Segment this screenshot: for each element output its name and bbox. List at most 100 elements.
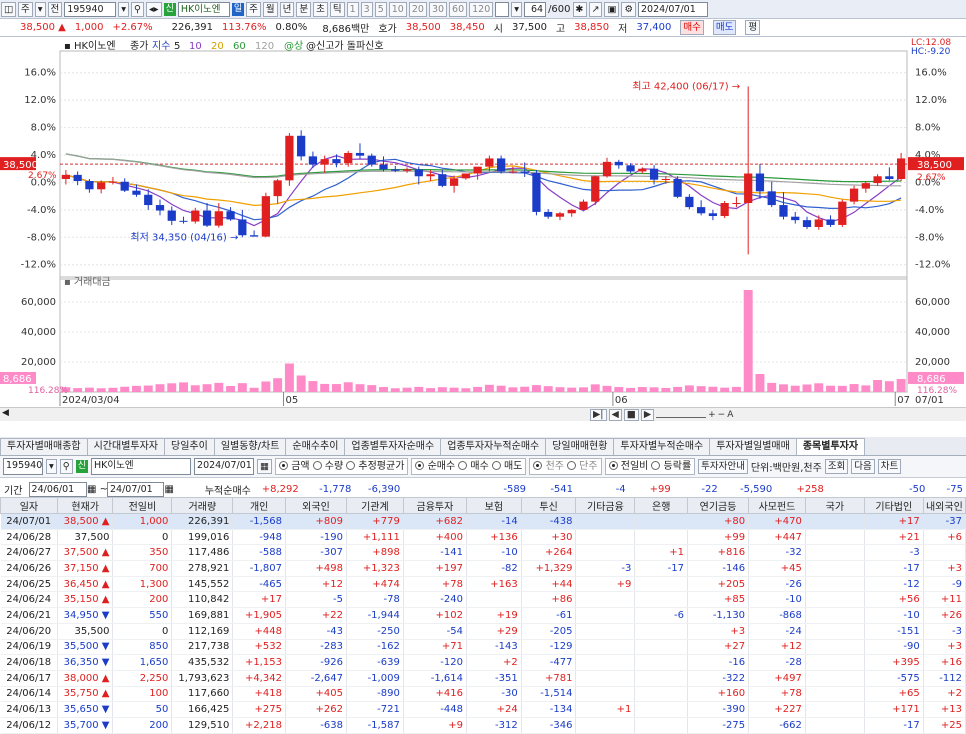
table-row[interactable]: 24/06/24 35,150 ▲ 200 110,842 +17 -5 -78 -240 +8…: [0, 591, 966, 609]
unit-week-button[interactable]: 주: [246, 1, 261, 17]
tab-8[interactable]: 투자자별누적순매수: [613, 438, 711, 455]
tab-5[interactable]: 업종별투자자순매수: [344, 438, 442, 455]
column-header[interactable]: 기관계: [346, 497, 404, 514]
column-header[interactable]: 기타금융: [575, 497, 636, 514]
zoom-out-icon[interactable]: −: [718, 410, 726, 420]
tab-10[interactable]: 종목별투자자: [795, 438, 866, 455]
column-header[interactable]: 전일비: [112, 497, 173, 514]
interval-custom-input[interactable]: [495, 1, 510, 17]
radio-qty[interactable]: 수량: [312, 459, 343, 474]
code-input[interactable]: 195940: [64, 1, 117, 17]
period-to-input[interactable]: 24/07/01: [107, 481, 164, 497]
table-row[interactable]: 24/06/19 35,500 ▼ 850 217,738 +532 -283 -162 +7…: [0, 639, 966, 656]
radio-net[interactable]: 순매수: [415, 459, 455, 474]
radio-avg[interactable]: 추정평균가: [346, 459, 404, 474]
column-header[interactable]: 투신: [520, 497, 577, 514]
next-button[interactable]: 다음: [851, 459, 875, 474]
tab-4[interactable]: 순매수추이: [285, 438, 346, 455]
tab-0[interactable]: 투자자별매매종합: [0, 438, 88, 455]
dropdown-icon[interactable]: ▾: [118, 1, 130, 17]
unit-second-button[interactable]: 초: [313, 1, 328, 17]
date-input[interactable]: 2024/07/01: [637, 1, 708, 17]
calendar-icon[interactable]: ▦: [257, 459, 273, 474]
price-chart[interactable]: 16.0% 16.0%12.0% 12.0%8.0% 8.0%4.0% 4.0%0.0%…: [0, 37, 966, 407]
table-row[interactable]: 24/06/25 36,450 ▲ 1,300 145,552 -465 +12 +474 +…: [0, 576, 966, 593]
interval-60-button[interactable]: 60: [449, 1, 468, 17]
tab-9[interactable]: 투자자별일별매매: [709, 438, 797, 455]
radio-amount[interactable]: 금액: [279, 459, 310, 474]
unit-year-button[interactable]: 년: [279, 1, 295, 17]
nav-prev-icon[interactable]: ◀: [608, 409, 622, 421]
column-header[interactable]: 일자: [0, 497, 58, 514]
calendar-icon[interactable]: ▦ ~: [87, 484, 108, 495]
interval-1-button[interactable]: 1: [346, 1, 359, 17]
column-header[interactable]: 국가: [804, 497, 865, 514]
save-icon[interactable]: ▣: [604, 1, 620, 17]
column-header[interactable]: 연기금등: [687, 497, 750, 514]
unit-day-button[interactable]: 일: [231, 2, 245, 16]
table-row[interactable]: 24/06/17 38,000 ▲ 2,250 1,793,623 +4,342 -2,6…: [0, 670, 966, 687]
nav-next-icon[interactable]: ▶: [640, 409, 655, 421]
table-row[interactable]: 24/06/18 36,350 ▼ 1,650 435,532 +1,153 -926 -6…: [0, 654, 966, 671]
radio-buy[interactable]: 매수: [458, 459, 489, 474]
table-row[interactable]: 24/07/01 38,500 ▲ 1,000 226,391 -1,568 +809 +7…: [0, 513, 966, 530]
dropdown-icon[interactable]: ▾: [34, 1, 46, 17]
speaker-icon[interactable]: ◂▸: [146, 1, 162, 17]
tab-3[interactable]: 일별동향/차트: [213, 438, 287, 455]
interval-10-button[interactable]: 10: [388, 1, 407, 17]
investor-guide-button[interactable]: 투자자안내: [698, 459, 748, 474]
gear-icon[interactable]: ⚙: [621, 1, 636, 17]
dropdown-icon[interactable]: ▾: [46, 459, 57, 474]
avg-button[interactable]: 평: [745, 20, 761, 35]
column-header[interactable]: 거래량: [171, 497, 234, 514]
zoom-slider[interactable]: [656, 412, 707, 418]
tab-6[interactable]: 업종투자자누적순매수: [440, 438, 547, 455]
table-row[interactable]: 24/06/12 35,700 ▼ 200 129,510 +2,218 -638 -1,5…: [0, 717, 966, 734]
chart-type-icon[interactable]: ↗: [588, 1, 603, 17]
code-input[interactable]: 195940: [3, 458, 43, 475]
tab-1[interactable]: 시간대별투자자: [86, 438, 166, 455]
count-input[interactable]: 64: [524, 1, 547, 17]
interval-120-button[interactable]: 120: [469, 1, 494, 17]
market-all-button[interactable]: 전: [47, 1, 63, 17]
calendar-icon[interactable]: ▦: [164, 484, 177, 495]
text-tool-icon[interactable]: A: [727, 410, 733, 420]
column-header[interactable]: 사모펀드: [748, 497, 806, 514]
grid-icon[interactable]: ◫: [1, 1, 16, 17]
radio-single[interactable]: 단주: [566, 459, 598, 474]
sell-button[interactable]: 매도: [712, 20, 737, 35]
unit-month-button[interactable]: 월: [262, 1, 278, 17]
column-header[interactable]: 보험: [465, 497, 522, 514]
zoom-in-icon[interactable]: +: [708, 410, 716, 420]
table-row[interactable]: 24/06/20 35,500 0 112,169 +448 -43 -250 -54 +29-…: [0, 623, 966, 640]
column-header[interactable]: 외국인: [284, 497, 348, 514]
table-row[interactable]: 24/06/26 37,150 ▲ 700 278,921 -1,807 +498 +1,3…: [0, 560, 966, 577]
unit-minute-button[interactable]: 분: [296, 1, 312, 17]
interval-3-button[interactable]: 3: [360, 1, 373, 17]
column-header[interactable]: 기타법인: [863, 497, 924, 514]
query-button[interactable]: 조회: [824, 459, 849, 474]
column-header[interactable]: 금융투자: [402, 497, 467, 514]
search-icon[interactable]: ⚲: [59, 459, 73, 474]
tab-2[interactable]: 당일추이: [164, 438, 215, 455]
table-row[interactable]: 24/06/13 35,650 ▼ 50 166,425 +275 +262 -721 -44…: [0, 701, 966, 718]
nav-stop-icon[interactable]: ■: [623, 409, 639, 421]
period-from-input[interactable]: 24/06/01: [28, 481, 88, 497]
column-header[interactable]: 은행: [634, 497, 689, 514]
scroll-left-icon[interactable]: ◀: [2, 408, 9, 418]
interval-20-button[interactable]: 20: [408, 1, 427, 17]
table-row[interactable]: 24/06/27 37,500 ▲ 350 117,486 -588 -307 +898 -1…: [0, 544, 966, 562]
date-input[interactable]: 2024/07/01: [194, 458, 255, 475]
interval-30-button[interactable]: 30: [428, 1, 448, 17]
dropdown-icon[interactable]: ▾: [511, 1, 523, 17]
nav-first-icon[interactable]: ▶|: [590, 409, 607, 421]
column-header[interactable]: 내외국인: [922, 497, 966, 514]
tab-7[interactable]: 당일매매현황: [545, 438, 615, 455]
radio-prev[interactable]: 전일비: [608, 459, 648, 474]
column-header[interactable]: 개인: [232, 497, 286, 514]
unit-tick-button[interactable]: 틱: [329, 1, 345, 17]
buy-button[interactable]: 매수: [680, 20, 704, 35]
column-header[interactable]: 현재가: [56, 497, 114, 514]
table-row[interactable]: 24/06/28 37,500 0 199,016 -948 -190 +1,111 +400…: [0, 529, 966, 546]
interval-5-button[interactable]: 5: [374, 1, 387, 17]
